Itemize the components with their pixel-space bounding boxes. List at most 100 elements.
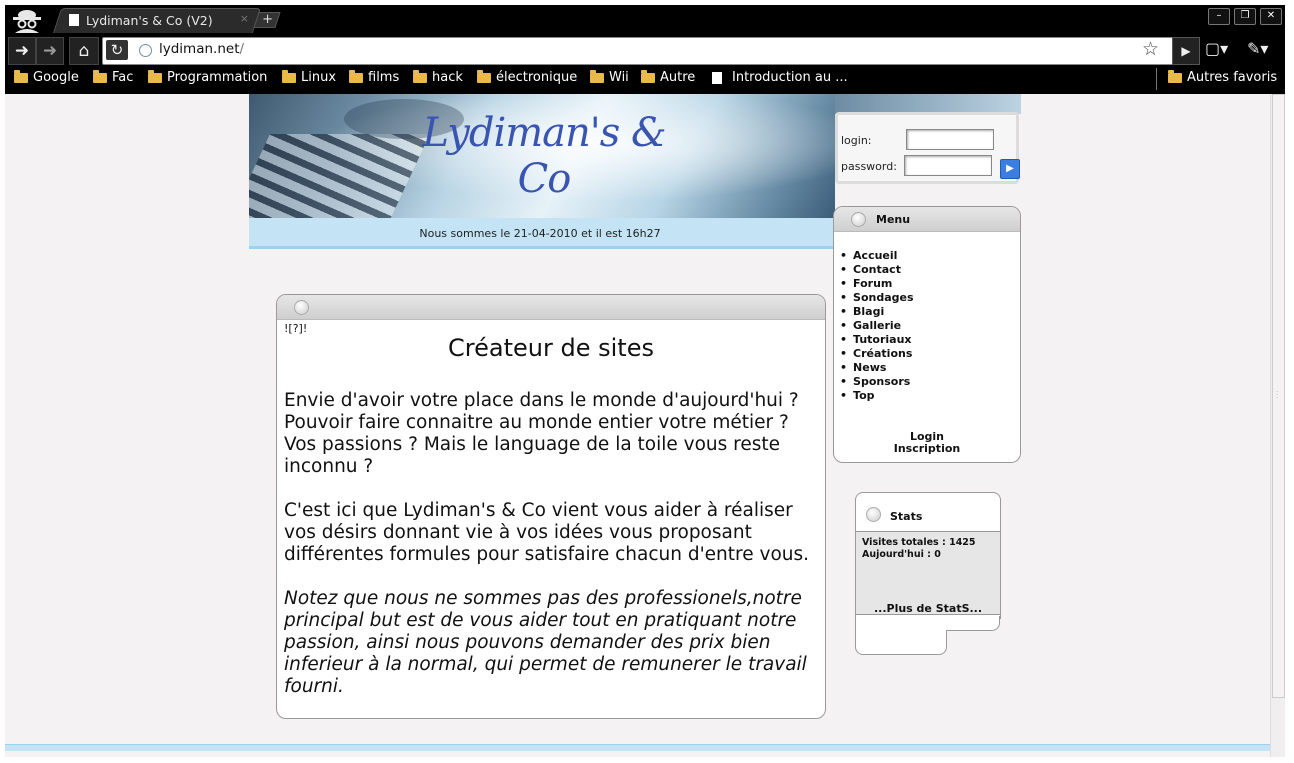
plus-icon: + xyxy=(261,12,273,27)
incognito-icon xyxy=(13,10,41,33)
menu-item-news[interactable]: News xyxy=(840,361,914,375)
bookmark-introduction[interactable]: Introduction au ... xyxy=(712,70,848,85)
folder-icon xyxy=(477,69,491,83)
bookmarks-bar: Google Fac Programmation Linux films hac… xyxy=(5,67,1285,91)
arrow-left-icon: ➜ xyxy=(14,41,30,61)
wrench-menu-button[interactable]: ✎▾ xyxy=(1247,39,1268,58)
browser-window: Lydiman's & Co (V2) × + – ❐ ✕ ➜ ➜ ⌂ ↻ ly… xyxy=(5,5,1285,757)
menu-item-contact[interactable]: Contact xyxy=(840,263,914,277)
content-header xyxy=(277,295,825,320)
page-icon xyxy=(712,71,722,84)
more-stats-link[interactable]: ...Plus de StatS... xyxy=(856,602,1000,615)
web-page: Lydiman's & Co Nous sommes le 21-04-2010… xyxy=(5,94,1270,757)
folder-icon xyxy=(148,69,162,83)
stats-title: Stats xyxy=(890,510,923,523)
folder-icon xyxy=(590,69,604,83)
menu-item-blagi[interactable]: Blagi xyxy=(840,305,914,319)
total-visits: Visites totales : 1425 xyxy=(862,537,976,548)
reload-icon: ↻ xyxy=(110,41,124,59)
url-text[interactable]: lydiman.net/ xyxy=(159,41,244,57)
today-visits: Aujourd'hui : 0 xyxy=(862,549,941,560)
scrollbar-thumb[interactable] xyxy=(1272,94,1285,698)
bookmark-hack[interactable]: hack xyxy=(413,69,463,85)
content-paragraph-2: C'est ici que Lydiman's & Co vient vous … xyxy=(284,500,810,565)
content-title: Créateur de sites xyxy=(448,334,654,362)
back-button[interactable]: ➜ xyxy=(8,37,36,65)
password-input[interactable] xyxy=(904,155,992,176)
forward-button[interactable]: ➜ xyxy=(36,37,64,65)
login-banner-strip xyxy=(835,94,1021,114)
content-paragraph-1: Envie d'avoir votre place dans le monde … xyxy=(284,390,799,477)
folder-icon xyxy=(349,69,363,83)
folder-icon xyxy=(14,69,28,83)
content-paragraph-3: Notez que nous ne sommes pas des profess… xyxy=(284,588,807,697)
menu-header: Menu xyxy=(834,207,1020,232)
menu-item-top[interactable]: Top xyxy=(840,389,914,403)
bookmark-fac[interactable]: Fac xyxy=(93,69,133,85)
other-bookmarks[interactable]: Autres favoris xyxy=(1168,69,1277,85)
bookmarks-separator xyxy=(1156,68,1157,90)
menu-title: Menu xyxy=(876,213,911,226)
menu-item-sponsors[interactable]: Sponsors xyxy=(840,375,914,389)
date-text: Nous sommes le 21-04-2010 et il est 16h2… xyxy=(419,227,661,240)
folder-icon xyxy=(641,69,655,83)
bookmark-autre[interactable]: Autre xyxy=(641,69,695,85)
bookmark-films[interactable]: films xyxy=(349,69,399,85)
bookmark-wii[interactable]: Wii xyxy=(590,69,629,85)
new-tab-button[interactable]: + xyxy=(253,12,281,28)
date-bar: Nous sommes le 21-04-2010 et il est 16h2… xyxy=(249,218,835,249)
folder-icon xyxy=(413,69,427,83)
login-input[interactable] xyxy=(906,129,994,150)
page-icon xyxy=(69,14,79,26)
bookmark-linux[interactable]: Linux xyxy=(282,69,336,85)
menu-item-tutoriaux[interactable]: Tutoriaux xyxy=(840,333,914,347)
minimize-button[interactable]: – xyxy=(1208,8,1230,25)
tab-title: Lydiman's & Co (V2) xyxy=(86,12,213,28)
login-submit-button[interactable]: ▶ xyxy=(1000,159,1020,179)
star-icon[interactable]: ☆ xyxy=(1142,38,1159,60)
page-menu-button[interactable]: ▢▾ xyxy=(1205,39,1228,58)
menu-item-sondages[interactable]: Sondages xyxy=(840,291,914,305)
site-banner: Lydiman's & Co xyxy=(249,94,835,218)
reload-button[interactable]: ↻ xyxy=(106,40,128,60)
scrollbar-grip-icon: · · · xyxy=(1276,388,1279,402)
footer-strip xyxy=(5,744,1270,751)
site-title: Lydiman's & Co xyxy=(422,110,666,202)
stats-footer xyxy=(855,616,947,655)
menu-list: Accueil Contact Forum Sondages Blagi Gal… xyxy=(840,249,914,403)
folder-icon xyxy=(282,69,296,83)
play-icon: ▶ xyxy=(1181,44,1191,58)
bullet-icon xyxy=(866,507,881,522)
menu-item-forum[interactable]: Forum xyxy=(840,277,914,291)
bullet-icon xyxy=(851,212,866,227)
tab-active[interactable]: Lydiman's & Co (V2) × xyxy=(69,10,249,30)
signup-link[interactable]: Inscription xyxy=(834,442,1020,455)
browser-chrome: Lydiman's & Co (V2) × + – ❐ ✕ ➜ ➜ ⌂ ↻ ly… xyxy=(5,5,1285,94)
keyboard-image xyxy=(249,134,430,218)
folder-icon xyxy=(1168,69,1182,83)
menu-block: Menu Accueil Contact Forum Sondages Blag… xyxy=(833,206,1021,463)
go-button[interactable]: ▶ xyxy=(1172,37,1200,65)
password-label: password: xyxy=(841,160,897,173)
menu-item-accueil[interactable]: Accueil xyxy=(840,249,914,263)
arrow-right-icon: ➜ xyxy=(42,41,58,61)
stats-block: Stats Visites totales : 1425 Aujourd'hui… xyxy=(855,492,1001,619)
home-button[interactable]: ⌂ xyxy=(69,37,99,65)
close-window-button[interactable]: ✕ xyxy=(1260,8,1282,25)
bookmark-electronique[interactable]: électronique xyxy=(477,69,577,85)
menu-item-creations[interactable]: Créations xyxy=(840,347,914,361)
bullet-icon xyxy=(294,300,309,315)
folder-icon xyxy=(93,69,107,83)
globe-icon xyxy=(139,44,152,57)
arrow-right-icon: ▶ xyxy=(1006,163,1014,174)
home-icon: ⌂ xyxy=(78,41,90,61)
maximize-button[interactable]: ❐ xyxy=(1234,8,1256,25)
address-bar[interactable] xyxy=(102,37,1174,65)
stats-body: Visites totales : 1425 Aujourd'hui : 0 .… xyxy=(856,531,1000,615)
login-label: login: xyxy=(841,134,872,147)
menu-item-gallerie[interactable]: Gallerie xyxy=(840,319,914,333)
stats-footer-right xyxy=(946,616,1000,631)
bookmark-google[interactable]: Google xyxy=(14,69,79,85)
tab-close-button[interactable]: × xyxy=(240,12,249,25)
bookmark-programmation[interactable]: Programmation xyxy=(148,69,267,85)
